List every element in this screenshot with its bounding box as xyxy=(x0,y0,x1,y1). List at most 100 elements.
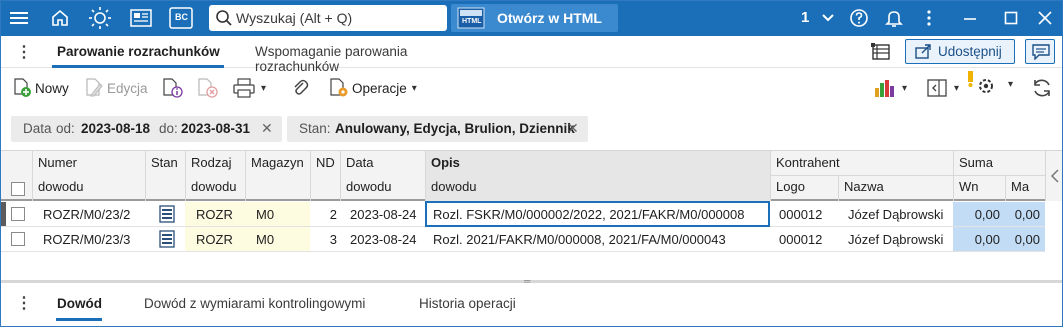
tab-historia-operacji[interactable]: Historia operacji xyxy=(419,296,516,311)
edit-icon xyxy=(86,78,103,97)
edit-label: Edycja xyxy=(107,80,148,96)
col-header-magazyn[interactable]: Magazyn xyxy=(251,155,304,170)
html-icon-label: HTML xyxy=(462,18,482,25)
status-filter-remove-icon[interactable]: ✕ xyxy=(567,120,579,137)
minimize-icon[interactable] xyxy=(955,4,985,32)
col-header-data[interactable]: Data xyxy=(346,155,373,170)
tab-fade xyxy=(455,40,500,64)
search-icon xyxy=(216,10,232,26)
columns-icon[interactable] xyxy=(870,42,892,65)
operations-icon xyxy=(330,78,348,97)
refresh-icon xyxy=(1034,79,1050,97)
cell-wn: 0,00 xyxy=(974,207,1000,222)
tab-dowod-wymiary[interactable]: Dowód z wymiarami kontrolingowymi xyxy=(144,296,365,311)
more-vertical-icon[interactable] xyxy=(914,4,944,32)
col-header-wn[interactable]: Wn xyxy=(959,179,979,194)
bottom-tabs-more-icon[interactable]: ⋮ xyxy=(16,293,32,313)
chevron-down-icon[interactable] xyxy=(813,4,843,32)
row-checkbox[interactable] xyxy=(11,232,25,246)
home-icon[interactable] xyxy=(45,4,75,32)
col-header-opis-sub: dowodu xyxy=(431,179,477,194)
settings-chevron-icon: ▾ xyxy=(1008,78,1014,90)
edit-button[interactable]: Edycja xyxy=(84,77,148,99)
date-filter-chip[interactable]: Data od: 2023-08-18 do: 2023-08-31 ✕ xyxy=(11,116,282,142)
tab-bar: ⋮ Parowanie rozrachunków Wspomaganie par… xyxy=(0,36,1063,74)
maximize-icon[interactable] xyxy=(996,4,1026,32)
print-button[interactable]: ▾ xyxy=(233,77,266,99)
date-to-value: 2023-08-31 xyxy=(181,121,251,136)
col-header-rodzaj[interactable]: Rodzaj xyxy=(191,155,231,170)
tabs-more-icon[interactable]: ⋮ xyxy=(16,42,32,62)
refresh-button[interactable] xyxy=(1031,77,1053,99)
info-button[interactable] xyxy=(162,77,184,99)
date-from-key: od: xyxy=(56,121,75,136)
col-header-numer-sub: dowodu xyxy=(38,179,84,194)
open-html-button[interactable]: HTML Otwórz w HTML xyxy=(451,4,618,32)
row-selector xyxy=(0,202,6,226)
col-header-nd[interactable]: ND xyxy=(316,155,335,170)
new-label: Nowy xyxy=(35,80,69,96)
chat-button[interactable] xyxy=(1025,39,1055,64)
sun-icon[interactable] xyxy=(85,4,115,32)
col-header-rodzaj-sub: dowodu xyxy=(191,179,237,194)
delete-button[interactable] xyxy=(197,77,219,99)
status-filter-value: Anulowany, Edycja, Brulion, Dziennik xyxy=(335,121,575,136)
cell-nazwa: Józef Dąbrowski xyxy=(848,232,944,247)
operations-chevron-icon: ▾ xyxy=(411,82,417,94)
col-header-opis[interactable]: Opis xyxy=(431,155,460,170)
help-icon[interactable] xyxy=(844,4,874,32)
col-header-numer[interactable]: Numer xyxy=(38,155,77,170)
table-row[interactable]: ROZR/M0/23/3 ROZR M0 3 2023-08-24 Rozl. … xyxy=(0,227,1045,252)
chart-chevron-icon: ▾ xyxy=(902,82,908,94)
paperclip-icon xyxy=(294,79,309,95)
cell-wn: 0,00 xyxy=(974,232,1000,247)
attachment-button[interactable] xyxy=(291,77,309,99)
table-row[interactable]: ROZR/M0/23/2 ROZR M0 2 2023-08-24 Rozl. … xyxy=(0,201,1045,227)
col-header-ma[interactable]: Ma xyxy=(1011,179,1029,194)
document-delete-icon xyxy=(198,78,218,98)
col-header-suma[interactable]: Suma xyxy=(959,155,993,170)
share-button[interactable]: Udostępnij xyxy=(905,39,1015,64)
tab-dowod[interactable]: Dowód xyxy=(57,296,102,311)
search-input[interactable]: Wyszukaj (Alt + Q) xyxy=(209,5,447,31)
cell-rodzaj: ROZR xyxy=(196,232,233,247)
cell-data: 2023-08-24 xyxy=(350,207,417,222)
col-header-nazwa[interactable]: Nazwa xyxy=(844,179,884,194)
chevron-left-icon xyxy=(1050,169,1059,183)
cell-logo: 000012 xyxy=(779,232,823,247)
cell-ma: 0,00 xyxy=(1014,207,1040,222)
bell-icon[interactable] xyxy=(879,4,909,32)
col-header-logo[interactable]: Logo xyxy=(776,179,805,194)
chart-button[interactable]: ▾ xyxy=(874,77,907,99)
status-filter-key: Stan: xyxy=(299,121,331,136)
news-icon[interactable] xyxy=(126,4,156,32)
settings-button[interactable]: ▾ xyxy=(968,71,1014,95)
search-placeholder: Wyszukaj (Alt + Q) xyxy=(236,10,353,26)
html-file-icon: HTML xyxy=(457,7,485,29)
new-button[interactable]: Nowy xyxy=(12,77,69,99)
panel-button[interactable]: ▾ xyxy=(926,77,959,99)
status-filter-chip[interactable]: Stan: Anulowany, Edycja, Brulion, Dzienn… xyxy=(287,116,588,142)
close-icon[interactable] xyxy=(1030,4,1060,32)
panel-chevron-icon: ▾ xyxy=(954,82,960,94)
col-header-stan[interactable]: Stan xyxy=(151,155,178,170)
panel-toggle-icon xyxy=(927,79,947,97)
bc-icon[interactable]: BC xyxy=(166,4,196,32)
date-filter-remove-icon[interactable]: ✕ xyxy=(261,120,273,137)
hamburger-icon[interactable] xyxy=(4,4,34,32)
cell-magazyn: M0 xyxy=(256,232,275,247)
row-checkbox[interactable] xyxy=(11,207,25,221)
active-tab-underline xyxy=(52,65,224,68)
tab-parowanie-rozrachunkow[interactable]: Parowanie rozrachunków xyxy=(57,44,220,59)
col-header-kontrahent[interactable]: Kontrahent xyxy=(776,155,840,170)
document-icon xyxy=(159,230,175,251)
column-scroll-left[interactable] xyxy=(1045,151,1063,201)
select-all-checkbox[interactable] xyxy=(11,182,25,196)
bottom-tab-bar: ⋮ Dowód Dowód z wymiarami kontrolingowym… xyxy=(0,283,1063,327)
cell-magazyn: M0 xyxy=(256,207,275,222)
documents-grid: Numer Stan Rodzaj Magazyn ND Data Opis K… xyxy=(0,150,1063,280)
document-info-icon xyxy=(163,78,183,98)
cell-data: 2023-08-24 xyxy=(350,232,417,247)
operations-button[interactable]: Operacje ▾ xyxy=(329,77,417,99)
print-chevron-icon: ▾ xyxy=(261,82,267,94)
